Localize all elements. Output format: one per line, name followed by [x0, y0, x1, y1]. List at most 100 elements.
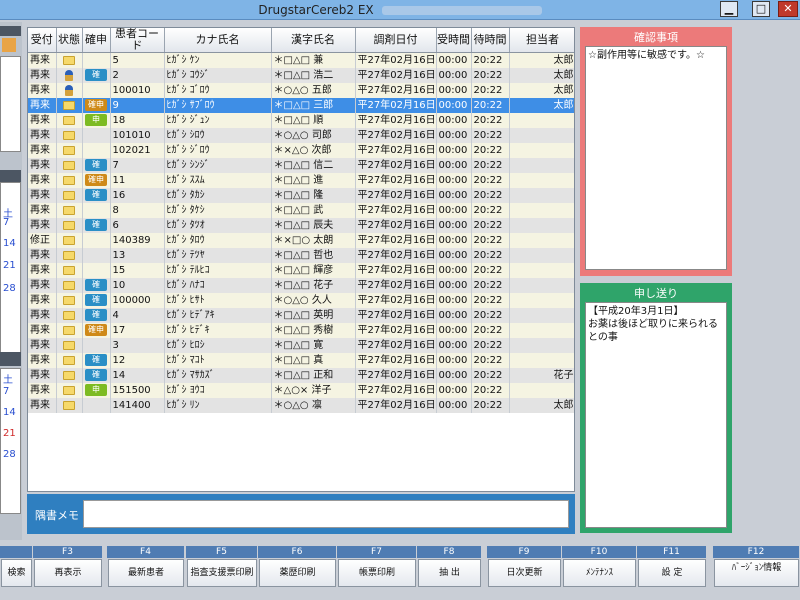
function-button[interactable]: 帳票印刷: [338, 559, 416, 587]
calendar-icon[interactable]: [2, 38, 16, 52]
wait-cell: 20:22: [471, 203, 510, 218]
function-button[interactable]: ﾒﾝﾃﾅﾝｽ: [563, 559, 636, 587]
left-calendar-top: 土 7 14 21 28: [0, 182, 21, 362]
handover-text[interactable]: 【平成20年3月1日】 お薬は後ほど取りに来られるとの事: [585, 302, 727, 528]
function-button[interactable]: 抽 出: [418, 559, 481, 587]
folder-icon: [63, 205, 75, 215]
table-row[interactable]: 再来 141400 ﾋｶﾞｼ ﾘﾝ ＊○△○ 凛平27年02月16日 00:00 20:2…: [28, 398, 574, 413]
folder-icon: [63, 100, 75, 110]
table-row[interactable]: 再来 101010 ﾋｶﾞｼ ｼﾛｳ ＊○△○ 司郎 平27年02月16日 00:00 20…: [28, 128, 574, 143]
status-badge: 確: [85, 294, 107, 306]
table-row[interactable]: 再来 申 151500 ﾋｶﾞｼ ﾖｳｺ ＊△○× 洋子 平27年02月16日 00:00 2…: [28, 383, 574, 398]
confirm-text[interactable]: ☆副作用等に敏感です。☆: [585, 46, 727, 270]
date-cell: 平27年02月16日: [355, 203, 437, 218]
tanto-cell: [509, 278, 574, 293]
date-cell: 平27年02月16日: [355, 52, 437, 68]
calendar-day[interactable]: 28: [3, 283, 16, 294]
table-row[interactable]: 再来 確申 9 ﾋｶﾞｼ ｻﾌﾞﾛｳ ＊□△□ 三郎 平27年02月16日 00:00 20:…: [28, 98, 574, 113]
function-button[interactable]: 検索: [1, 559, 32, 587]
minimize-button[interactable]: ▁: [720, 1, 738, 17]
date-cell: 平27年02月16日: [355, 173, 437, 188]
table-row[interactable]: 再来 申 18 ﾋｶﾞｼ ｼﾞｭﾝ ＊□△□ 順平27年02月16日 00:00 20:22: [28, 113, 574, 128]
memo-bar: 隅書メモ: [27, 494, 575, 534]
table-row[interactable]: 再来 確 14 ﾋｶﾞｼ ﾏｻｶｽﾞ ＊□△□ 正和 平27年02月16日 00:00 20:…: [28, 368, 574, 383]
table-row[interactable]: 再来 確申 11 ﾋｶﾞｼ ｽｽﾑ ＊□△□ 進平27年02月16日 00:00 20:22: [28, 173, 574, 188]
kana-cell: ﾋｶﾞｼ ﾘﾝ: [164, 398, 272, 413]
tanto-cell: [509, 248, 574, 263]
table-row[interactable]: 再来 100010 ﾋｶﾞｼ ｺﾞﾛｳ ＊○△○ 五郎 平27年02月16日 00:00 2…: [28, 83, 574, 98]
function-button[interactable]: 薬歴印刷: [259, 559, 336, 587]
function-button[interactable]: 日次更新: [488, 559, 561, 587]
date-cell: 平27年02月16日: [355, 368, 437, 383]
code-cell: 5: [110, 52, 165, 68]
table-row[interactable]: 再来 確 2 ﾋｶﾞｼ ｺｳｼﾞ ＊□△□ 浩二 平27年02月16日 00:00 20:22…: [28, 68, 574, 83]
folder-icon: [63, 160, 75, 170]
uke_time-cell: 00:00: [436, 368, 472, 383]
wait-cell: 20:22: [471, 173, 510, 188]
function-key-label: F10: [562, 546, 637, 558]
folder-icon: [63, 340, 75, 350]
table-row[interactable]: 再来 102021 ﾋｶﾞｼ ｼﾞﾛｳ ＊×△○ 次郎 平27年02月16日 00:00 2…: [28, 143, 574, 158]
kanji-cell: ＊△○× 洋子: [271, 383, 356, 398]
column-header[interactable]: 患者コード: [110, 28, 165, 53]
status-cell: [56, 83, 83, 98]
kana-cell: ﾋｶﾞｼ ﾏｻｶｽﾞ: [164, 368, 272, 383]
uketsuke-cell: 再来: [28, 323, 57, 338]
calendar-day[interactable]: 21: [3, 260, 16, 271]
function-button[interactable]: 最新患者: [108, 559, 184, 587]
folder-icon: [63, 370, 75, 380]
column-header[interactable]: 調剤日付: [355, 28, 437, 53]
function-button[interactable]: 設 定: [638, 559, 706, 587]
wait-cell: 20:22: [471, 263, 510, 278]
table-row[interactable]: 再来 15 ﾋｶﾞｼ ﾃﾙﾋｺ ＊□△□ 輝彦 平27年02月16日 00:00 20:22: [28, 263, 574, 278]
table-row[interactable]: 再来 確 4 ﾋｶﾞｼ ﾋﾃﾞｱｷ ＊□△□ 英明 平27年02月16日 00:00 20:2…: [28, 308, 574, 323]
table-row[interactable]: 再来 確 100000 ﾋｶﾞｼ ﾋｻﾄ ＊○△○ 久人 平27年02月16日 00:00 2…: [28, 293, 574, 308]
column-header[interactable]: 担当者: [509, 28, 574, 53]
calendar-day[interactable]: 14: [3, 407, 16, 418]
calendar-day[interactable]: 28: [3, 449, 16, 460]
status-cell: [56, 368, 83, 383]
status-cell: [56, 353, 83, 368]
table-row[interactable]: 再来 13 ﾋｶﾞｼ ﾃﾂﾔ ＊□△□ 哲也 平27年02月16日 00:00 20:22: [28, 248, 574, 263]
column-header[interactable]: 確申: [82, 28, 111, 53]
function-button[interactable]: 再表示: [34, 559, 102, 587]
column-header[interactable]: 漢字氏名: [271, 28, 356, 53]
table-row[interactable]: 再来 3 ﾋｶﾞｼ ﾋﾛｼ ＊□△□ 寛平27年02月16日 00:00 20:22: [28, 338, 574, 353]
maximize-button[interactable]: □: [752, 1, 770, 17]
table-row[interactable]: 再来 確 12 ﾋｶﾞｼ ﾏｺﾄ ＊□△□ 真平27年02月16日 00:00 20:22: [28, 353, 574, 368]
calendar-day[interactable]: 7: [3, 386, 9, 397]
function-button[interactable]: 指査支援票印刷: [187, 559, 257, 587]
table-row[interactable]: 再来 確 6 ﾋｶﾞｼ ﾀﾂｵ ＊□△□ 辰夫 平27年02月16日 00:00 20:22: [28, 218, 574, 233]
table-row[interactable]: 再来 8 ﾋｶﾞｼ ﾀｹｼ ＊□△□ 武平27年02月16日 00:00 20:22: [28, 203, 574, 218]
column-header[interactable]: 状態: [56, 28, 83, 53]
memo-input[interactable]: [83, 500, 569, 528]
calendar-day[interactable]: 21: [3, 428, 16, 439]
column-header[interactable]: 待時間: [471, 28, 510, 53]
uketsuke-cell: 再来: [28, 173, 57, 188]
status-cell: [56, 128, 83, 143]
column-header[interactable]: 受時間: [436, 28, 472, 53]
table-row[interactable]: 再来 5 ﾋｶﾞｼ ｹﾝ ＊□△□ 兼平27年02月16日 00:00 20:22 太郎: [28, 52, 574, 68]
table-row[interactable]: 再来 確申 17 ﾋｶﾞｼ ﾋﾃﾞｷ ＊□△□ 秀樹 平27年02月16日 00:00 20:…: [28, 323, 574, 338]
kana-cell: ﾋｶﾞｼ ﾋﾃﾞｱｷ: [164, 308, 272, 323]
close-button[interactable]: ✕: [778, 1, 798, 17]
table-row[interactable]: 再来 確 10 ﾋｶﾞｼ ﾊﾅｺ ＊□△□ 花子 平27年02月16日 00:00 20:22: [28, 278, 574, 293]
folder-icon: [63, 295, 75, 305]
window-title: DrugstarCereb2 EX: [258, 3, 374, 17]
wait-cell: 20:22: [471, 338, 510, 353]
kana-cell: ﾋｶﾞｼ ﾃﾙﾋｺ: [164, 263, 272, 278]
function-button[interactable]: ﾊﾞｰｼﾞｮﾝ情報: [714, 559, 799, 587]
table-row[interactable]: 修正 140389 ﾋｶﾞｼ ﾀﾛｳ ＊×□○ 太朗 平27年02月16日 00:00 20…: [28, 233, 574, 248]
column-header[interactable]: カナ氏名: [164, 28, 272, 53]
date-cell: 平27年02月16日: [355, 338, 437, 353]
kanji-cell: ＊□△□ 英明: [271, 308, 356, 323]
table-row[interactable]: 再来 確 7 ﾋｶﾞｼ ｼﾝｼﾞ ＊□△□ 信二 平27年02月16日 00:00 20:22: [28, 158, 574, 173]
code-cell: 3: [110, 338, 165, 353]
uketsuke-cell: 再来: [28, 218, 57, 233]
table-row[interactable]: 再来 確 16 ﾋｶﾞｼ ﾀｶｼ ＊□△□ 隆平27年02月16日 00:00 20:22: [28, 188, 574, 203]
calendar-day[interactable]: 7: [3, 217, 9, 228]
calendar-day[interactable]: 14: [3, 238, 16, 249]
column-header[interactable]: 受付: [28, 28, 57, 53]
kanji-cell: ＊□△□ 武: [271, 203, 356, 218]
kakushin-cell: [82, 263, 111, 278]
